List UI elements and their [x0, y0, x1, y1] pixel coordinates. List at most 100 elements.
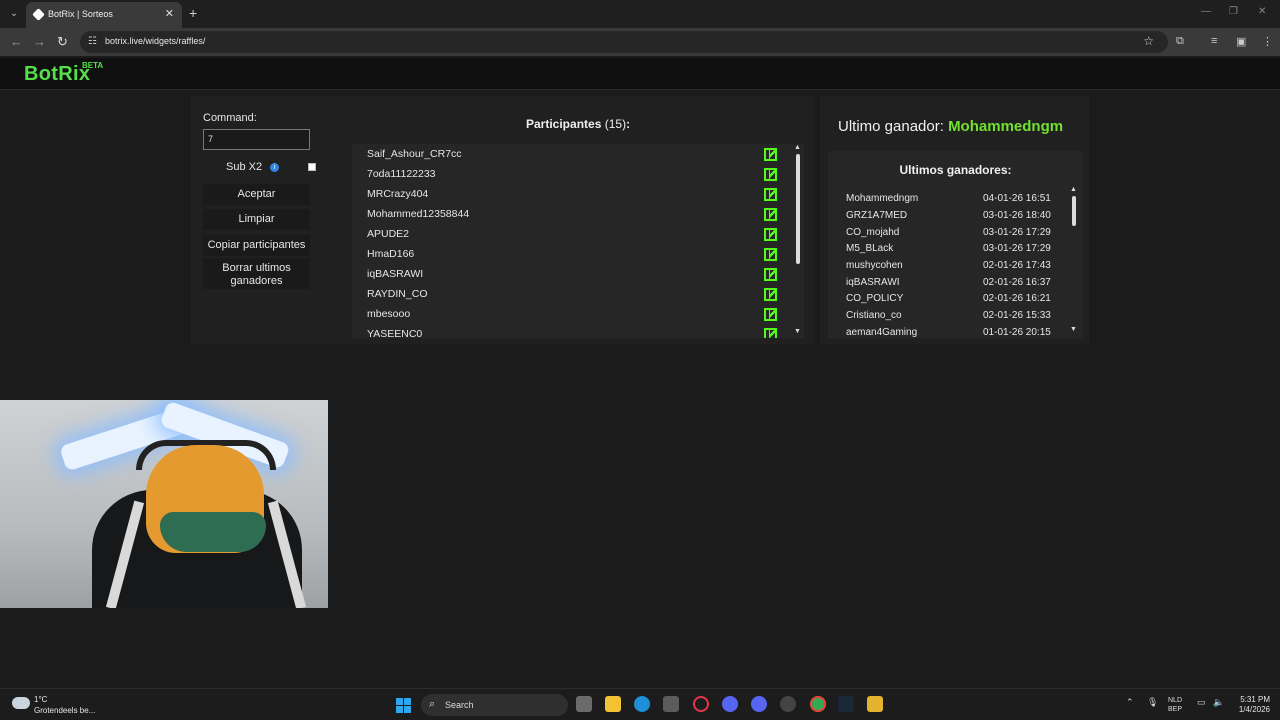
participant-name: MRCrazy404 — [367, 188, 429, 200]
volume-icon[interactable]: 🔈 — [1213, 697, 1224, 708]
forward-icon[interactable]: → — [33, 34, 46, 49]
windows-taskbar: 1°C Grotendeels be... ⌕ Search ⌃ 🎙 NLD B… — [0, 688, 1280, 720]
winner-name: iqBASRAWI — [846, 277, 900, 288]
clock-time: 5:31 PM — [1240, 695, 1270, 704]
address-bar[interactable]: ☷ botrix.live/widgets/raffles/ ☆ — [80, 31, 1168, 53]
kick-icon — [764, 308, 777, 321]
tab-search-chevron-icon[interactable]: ⌄ — [6, 6, 22, 22]
tab-title: BotRix | Sorteos — [48, 9, 113, 19]
winner-row: iqBASRAWI 02-01-26 16:37 — [846, 277, 1056, 288]
new-tab-icon[interactable]: + — [189, 5, 197, 21]
winner-name: mushycohen — [846, 260, 903, 271]
participant-name: Saif_Ashour_CR7cc — [367, 148, 462, 160]
botrix-favicon-icon — [32, 8, 45, 21]
winner-date: 01-01-26 20:15 — [983, 327, 1051, 338]
kick-icon — [764, 148, 777, 161]
participant-name: mbesooo — [367, 308, 411, 320]
language-indicator[interactable]: NLD BEP — [1168, 696, 1182, 714]
kick-icon — [764, 328, 777, 338]
site-info-icon[interactable]: ☷ — [88, 36, 97, 47]
winner-row: CO_mojahd 03-01-26 17:29 — [846, 227, 1056, 238]
scrollbar-thumb[interactable] — [1072, 196, 1076, 226]
sub-x2-checkbox[interactable] — [308, 163, 316, 171]
browser-tab[interactable]: BotRix | Sorteos ✕ — [26, 2, 182, 28]
kick-icon — [764, 168, 777, 181]
winners-list[interactable]: Ultimos ganadores: Mohammedngm 04-01-26 1… — [828, 151, 1083, 338]
command-input[interactable]: 7 — [203, 129, 310, 150]
participant-name: RAYDIN_CO — [367, 288, 428, 300]
scroll-up-arrow-icon[interactable]: ▲ — [1070, 186, 1077, 193]
last-winner-name: Mohammedngm — [948, 118, 1064, 135]
app-icon[interactable] — [722, 696, 738, 712]
back-icon[interactable]: ← — [10, 34, 23, 49]
scrollbar-thumb[interactable] — [796, 154, 800, 264]
close-window-icon[interactable]: ✕ — [1258, 6, 1266, 17]
winner-name: Cristiano_co — [846, 310, 902, 321]
weather-description[interactable]: Grotendeels be... — [34, 706, 95, 715]
browser-tab-bar: ⌄ BotRix | Sorteos ✕ + — ❐ ✕ — [0, 0, 1280, 28]
borrar-ultimos-ganadores-button[interactable]: Borrar ultimos ganadores — [203, 258, 310, 289]
close-tab-icon[interactable]: ✕ — [165, 7, 174, 20]
minimize-icon[interactable]: — — [1201, 6, 1211, 17]
file-explorer-icon[interactable] — [605, 696, 621, 712]
copiar-participantes-button[interactable]: Copiar participantes — [203, 235, 310, 256]
network-icon[interactable]: ▭ — [1197, 697, 1206, 708]
kick-icon — [764, 208, 777, 221]
winner-name: CO_POLICY — [846, 293, 904, 304]
cloud-icon[interactable] — [12, 697, 30, 709]
app-icon[interactable] — [780, 696, 796, 712]
discord-icon[interactable] — [751, 696, 767, 712]
limpiar-button[interactable]: Limpiar — [203, 209, 310, 230]
aceptar-button[interactable]: Aceptar — [203, 184, 310, 205]
browser-toolbar: ← → ↻ ☷ botrix.live/widgets/raffles/ ☆ ⧉… — [0, 28, 1280, 56]
winners-panel: Ultimo ganador: Mohammedngm Ultimos gana… — [820, 96, 1089, 344]
reload-icon[interactable]: ↻ — [57, 34, 68, 50]
kick-icon — [764, 188, 777, 201]
microphone-icon[interactable]: 🎙 — [1147, 697, 1158, 708]
edge-icon[interactable] — [634, 696, 650, 712]
winner-name: CO_mojahd — [846, 227, 900, 238]
task-view-icon[interactable] — [576, 696, 592, 712]
url-text[interactable]: botrix.live/widgets/raffles/ — [105, 36, 205, 46]
show-hidden-icons-icon[interactable]: ⌃ — [1126, 697, 1134, 708]
extensions-icon[interactable]: ⧉ — [1176, 35, 1184, 48]
winner-date: 02-01-26 16:37 — [983, 277, 1051, 288]
profile-icon[interactable]: ▣ — [1236, 35, 1246, 48]
scroll-down-arrow-icon[interactable]: ▼ — [1070, 326, 1077, 333]
raffle-panel: Command: 7 Sub X2 i Aceptar Limpiar Copi… — [191, 96, 814, 344]
cap-brim — [160, 512, 266, 552]
steam-icon[interactable] — [838, 696, 854, 712]
winner-row: Cristiano_co 02-01-26 15:33 — [846, 310, 1056, 321]
scroll-up-arrow-icon[interactable]: ▲ — [794, 144, 801, 151]
winners-list-title: Ultimos ganadores: — [899, 163, 1012, 177]
scroll-down-arrow-icon[interactable]: ▼ — [794, 328, 801, 335]
site-header: BotRix BETA — [0, 58, 1280, 90]
winner-row: GRZ1A7MED 03-01-26 18:40 — [846, 210, 1056, 221]
botrix-logo[interactable]: BotRix — [24, 63, 90, 86]
weather-temperature[interactable]: 1°C — [34, 695, 47, 704]
app-icon[interactable] — [867, 696, 883, 712]
store-icon[interactable] — [663, 696, 679, 712]
winners-scrollbar[interactable]: ▲ ▼ — [1070, 186, 1078, 336]
winner-name: GRZ1A7MED — [846, 210, 908, 221]
media-control-icon[interactable]: ≡ — [1211, 35, 1217, 47]
participant-name: 7oda11122233 — [367, 168, 436, 180]
menu-kebab-icon[interactable]: ⋮ — [1262, 35, 1273, 48]
chrome-icon[interactable] — [810, 696, 826, 712]
clock[interactable]: 5:31 PM 1/4/2026 — [1232, 695, 1270, 715]
participants-scrollbar[interactable]: ▲ ▼ — [794, 144, 802, 338]
participants-list[interactable]: Saif_Ashour_CR7cc 7oda11122233 MRCrazy40… — [352, 144, 804, 338]
windows-start-icon[interactable] — [396, 698, 411, 713]
winner-date: 02-01-26 17:43 — [983, 260, 1051, 271]
taskbar-search[interactable]: ⌕ Search — [421, 694, 568, 716]
winner-date: 02-01-26 15:33 — [983, 310, 1051, 321]
info-icon[interactable]: i — [270, 163, 279, 172]
participant-name: APUDE2 — [367, 228, 410, 240]
opera-icon[interactable] — [693, 696, 709, 712]
bookmark-star-icon[interactable]: ☆ — [1143, 34, 1154, 48]
kick-icon — [764, 228, 777, 241]
winner-row: M5_BLack 03-01-26 17:29 — [846, 243, 1056, 254]
maximize-icon[interactable]: ❐ — [1229, 6, 1238, 17]
winner-row: Mohammedngm 04-01-26 16:51 — [846, 193, 1056, 204]
kick-icon — [764, 248, 777, 261]
